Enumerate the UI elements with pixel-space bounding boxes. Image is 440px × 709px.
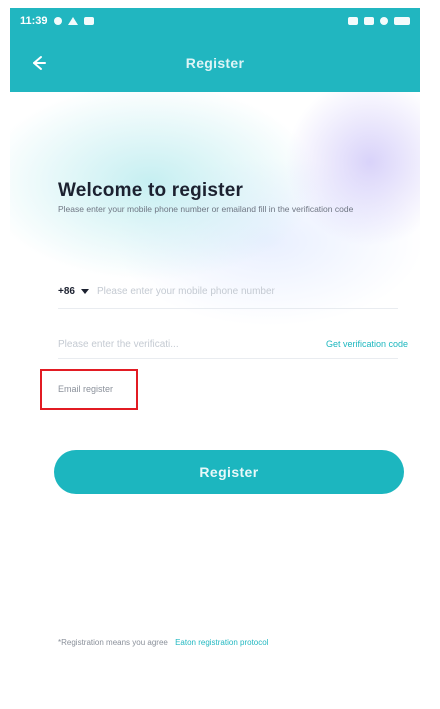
status-time: 11:39 [20, 15, 48, 27]
back-button[interactable] [20, 46, 56, 80]
phone-number-input[interactable] [96, 280, 398, 302]
welcome-subtitle: Please enter your mobile phone number or… [58, 204, 354, 214]
email-register-link[interactable]: Email register [58, 384, 113, 394]
code-field-divider [58, 358, 398, 359]
phone-field-divider [58, 308, 398, 309]
registration-protocol-link[interactable]: Eaton registration protocol [175, 638, 268, 647]
image-icon [83, 17, 94, 25]
notification-icon [67, 17, 78, 25]
page-title: Register [185, 55, 245, 71]
message-icon [53, 17, 62, 25]
get-verification-code-button[interactable]: Get verification code [326, 339, 408, 349]
country-code-selector[interactable]: +86 [58, 286, 89, 297]
bluetooth-icon [348, 17, 358, 25]
wifi-icon [380, 17, 388, 25]
signal-icon [364, 17, 374, 25]
battery-icon [394, 17, 410, 25]
status-bar: 11:39 [10, 8, 420, 34]
agreement-text: *Registration means you agree [58, 638, 168, 647]
verification-code-input[interactable] [58, 333, 268, 355]
phone-number-row: +86 [58, 278, 398, 304]
register-button[interactable]: Register [54, 450, 404, 494]
country-code-value: +86 [58, 285, 75, 297]
status-right [348, 17, 410, 25]
chevron-down-icon [80, 288, 89, 294]
registration-agreement: *Registration means you agree Eaton regi… [58, 638, 408, 647]
welcome-title: Welcome to register [58, 180, 244, 201]
register-screen: 11:39 Register Welcome to register Pleas… [10, 8, 420, 701]
arrow-left-icon [33, 56, 46, 70]
status-left: 11:39 [20, 15, 94, 27]
top-navigation-bar: Register [10, 34, 420, 92]
verification-code-row: Get verification code [58, 331, 408, 357]
